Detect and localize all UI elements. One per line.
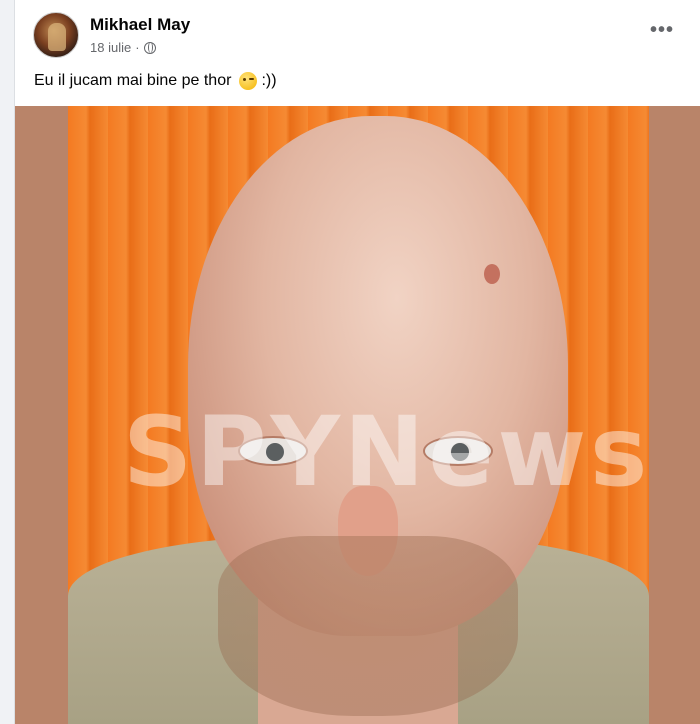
globe-icon[interactable]	[143, 41, 156, 54]
wink-emoji-icon	[239, 72, 258, 90]
meta-separator: ·	[135, 40, 140, 55]
post-header: Mikhael May 18 iulie · •••	[15, 0, 700, 64]
post-photo-frame[interactable]: SPYNews	[15, 106, 700, 724]
post-text: Eu il jucam mai bine pe thor :))	[34, 72, 277, 90]
beard	[218, 536, 518, 716]
photo-watermark: SPYNews	[123, 396, 649, 508]
post-meta: 18 iulie ·	[90, 40, 156, 55]
author-name[interactable]: Mikhael May	[90, 15, 190, 35]
more-options-button[interactable]: •••	[650, 20, 674, 40]
post-text-body: Eu il jucam mai bine pe thor	[34, 72, 232, 89]
forehead-mole	[484, 264, 500, 284]
post-text-suffix: :))	[261, 72, 277, 89]
author-avatar[interactable]	[33, 12, 79, 58]
facebook-post: Mikhael May 18 iulie · ••• Eu il jucam m…	[14, 0, 700, 724]
post-date[interactable]: 18 iulie	[90, 40, 131, 55]
avatar-figure	[48, 23, 66, 51]
post-photo[interactable]: SPYNews	[68, 106, 649, 724]
